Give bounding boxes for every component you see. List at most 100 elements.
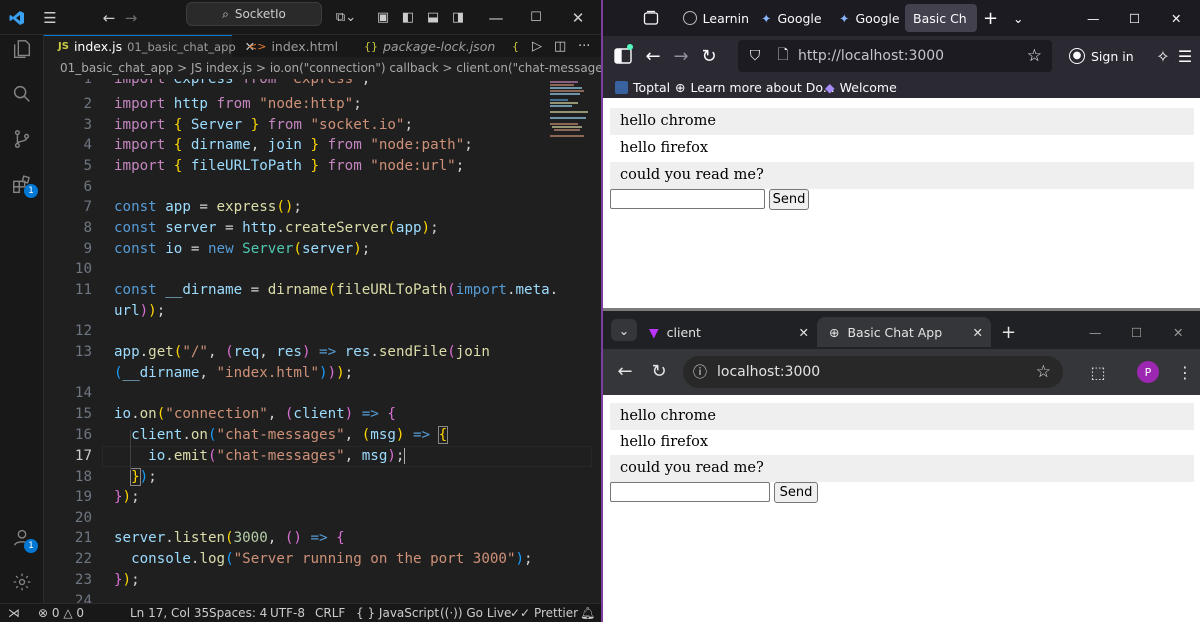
globe-favicon-icon: ⊕ xyxy=(829,324,840,340)
minimize-icon[interactable]: — xyxy=(484,0,508,35)
restore-icon[interactable]: ☐ xyxy=(524,0,548,35)
firefox-url-bar[interactable]: ⛉ 🗋︎ http://localhost:3000 ☆ xyxy=(738,40,1052,72)
chrome-tab-active[interactable]: ⊕ Basic Chat App ✕ xyxy=(817,317,991,347)
tab-label: index.js xyxy=(73,39,123,54)
message-input[interactable] xyxy=(610,189,765,209)
avatar[interactable]: P xyxy=(1137,361,1159,383)
url-text: localhost:3000 xyxy=(717,364,821,380)
menu-icon[interactable]: ☰ xyxy=(1175,46,1195,66)
tab-close-icon[interactable]: ✕ xyxy=(973,325,983,340)
split-editor-icon[interactable]: ◫ xyxy=(540,35,566,57)
bookmark-item[interactable]: ⊕ Learn more about Do... xyxy=(675,76,835,98)
more-menu-icon[interactable]: ⋮ xyxy=(1175,361,1195,383)
url-text: http://localhost:3000 xyxy=(798,48,945,64)
sign-in-button[interactable]: ● Sign in xyxy=(1069,42,1149,70)
minimap[interactable] xyxy=(548,79,594,139)
back-arrow-icon[interactable]: ← xyxy=(613,359,637,383)
firefox-tab[interactable]: ✦ Google xyxy=(831,4,905,32)
activity-bar: 1 1 xyxy=(0,35,44,603)
settings-gear-icon[interactable] xyxy=(0,562,44,602)
toggle-secondary-sidebar-icon[interactable]: ◨ xyxy=(448,0,468,35)
firefox-tab[interactable]: ✦ Google xyxy=(753,4,827,32)
new-tab-icon[interactable]: + xyxy=(983,4,1003,32)
tab-index-html[interactable]: <> index.html xyxy=(234,35,348,57)
language-mode[interactable]: { } JavaScript xyxy=(356,604,439,622)
notifications-bell-icon[interactable]: 🔔︎ xyxy=(580,604,595,622)
broadcast-icon: ((·)) xyxy=(440,606,463,620)
accounts-icon[interactable]: 1 xyxy=(0,517,44,557)
restore-icon[interactable]: ☐ xyxy=(1129,4,1149,32)
chat-message: hello firefox xyxy=(620,434,708,450)
code-editor[interactable]: 1 2 3 4 5 6 7 8 9 10 11 12 13 14 15 16 17 18 19 20 21 22 23 24 … xyxy=(44,79,603,603)
encoding[interactable]: UTF-8 xyxy=(270,604,305,622)
send-button[interactable]: Send xyxy=(774,482,818,503)
tab-overflow[interactable]: { xyxy=(500,35,520,57)
tab-overview-icon[interactable] xyxy=(643,4,663,32)
tab-index-js[interactable]: JS index.js 01_basic_chat_app ✕ xyxy=(44,35,255,57)
vscode-window: ☰ ← → ⌕ SocketIo ⧉⌄ ▣ ◧ ⬓ ◨ — ☐ ✕ 1 1 JS… xyxy=(0,0,603,622)
search-icon[interactable] xyxy=(0,74,44,114)
firefox-tab-active[interactable]: Basic Ch xyxy=(905,4,977,32)
line-number: 6 xyxy=(83,179,92,195)
line-number: 20 xyxy=(74,510,92,526)
gemini-favicon-icon: ✦ xyxy=(839,10,850,26)
remote-icon[interactable]: ⋊ xyxy=(8,604,20,622)
tab-package-lock[interactable]: {} package-lock.json xyxy=(350,35,500,57)
customize-layout-icon[interactable]: ▣ xyxy=(373,0,393,35)
extensions-icon[interactable]: 1 xyxy=(0,165,44,205)
minimize-icon[interactable]: — xyxy=(1087,4,1107,32)
line-endings[interactable]: CRLF xyxy=(315,604,345,622)
toggle-sidebar-icon[interactable]: ◧ xyxy=(398,0,418,35)
reload-icon[interactable]: ↻ xyxy=(647,359,671,383)
forward-arrow-icon[interactable]: → xyxy=(669,42,693,70)
message-input[interactable] xyxy=(610,482,770,502)
close-icon[interactable]: ✕ xyxy=(1171,4,1191,32)
close-icon[interactable]: ✕ xyxy=(1169,317,1193,347)
run-icon[interactable]: ▷ xyxy=(518,35,542,57)
bookmark-label: Welcome xyxy=(839,79,897,95)
extensions-icon[interactable]: ✧ xyxy=(1153,46,1173,66)
indentation[interactable]: Spaces: 4 xyxy=(209,604,267,622)
vite-favicon-icon: ▼ xyxy=(649,324,659,340)
tab-search-chevron-icon[interactable]: ⌄ xyxy=(611,319,637,341)
tab-detail: 01_basic_chat_app xyxy=(127,39,236,54)
bookmark-item[interactable]: ◆ Welcome xyxy=(825,76,897,98)
send-button[interactable]: Send xyxy=(769,189,809,210)
more-actions-icon[interactable]: ··· xyxy=(564,35,594,57)
page-icon: 🗋︎ xyxy=(777,47,789,63)
minimize-icon[interactable]: — xyxy=(1085,317,1109,347)
gemini-favicon-icon: ✦ xyxy=(761,10,772,26)
code-line: const app = express(); xyxy=(114,199,302,215)
forward-arrow-icon[interactable]: → xyxy=(120,0,142,35)
command-center-search[interactable]: ⌕ SocketIo xyxy=(186,2,322,26)
breadcrumb[interactable]: 01_basic_chat_app > JS index.js > io.on(… xyxy=(44,57,603,79)
chrome-omnibox[interactable]: ⓘ localhost:3000 ☆ xyxy=(683,356,1063,388)
back-arrow-icon[interactable]: ← xyxy=(98,0,120,35)
bookmark-star-icon[interactable]: ☆ xyxy=(1027,46,1042,66)
restore-icon[interactable]: ☐ xyxy=(1127,317,1151,347)
sidebar-toggle-icon[interactable] xyxy=(613,44,633,66)
extensions-icon[interactable]: ⬚ xyxy=(1087,361,1109,383)
new-tab-icon[interactable]: + xyxy=(995,317,1019,347)
bookmark-item[interactable]: Toptal xyxy=(615,76,670,98)
tab-close-icon[interactable]: ✕ xyxy=(799,325,809,340)
source-control-icon[interactable] xyxy=(0,119,44,159)
bookmark-label: Toptal xyxy=(633,79,671,95)
close-icon[interactable]: ✕ xyxy=(566,0,590,35)
bookmark-star-icon[interactable]: ☆ xyxy=(1036,362,1051,382)
prettier-status[interactable]: ✓✓ Prettier xyxy=(510,604,578,622)
chat-message: hello chrome xyxy=(610,403,1194,430)
firefox-tab[interactable]: Learnin xyxy=(675,4,749,32)
toggle-panel-icon[interactable]: ⬓ xyxy=(423,0,443,35)
explorer-icon[interactable] xyxy=(0,29,44,69)
site-info-icon[interactable]: ⓘ xyxy=(683,362,717,382)
problems-indicator[interactable]: ⊗ 0 △ 0 xyxy=(38,604,84,622)
copilot-icon[interactable]: ⧉⌄ xyxy=(333,0,359,35)
back-arrow-icon[interactable]: ← xyxy=(641,42,665,70)
reload-icon[interactable]: ↻ xyxy=(697,42,721,70)
cursor-position[interactable]: Ln 17, Col 35 xyxy=(130,604,209,622)
go-live-button[interactable]: ((·)) Go Live xyxy=(440,604,511,622)
list-tabs-chevron-icon[interactable]: ⌄ xyxy=(1013,4,1033,32)
json-file-icon: {} xyxy=(364,39,378,53)
chrome-tab[interactable]: ▼ client ✕ xyxy=(637,317,817,347)
